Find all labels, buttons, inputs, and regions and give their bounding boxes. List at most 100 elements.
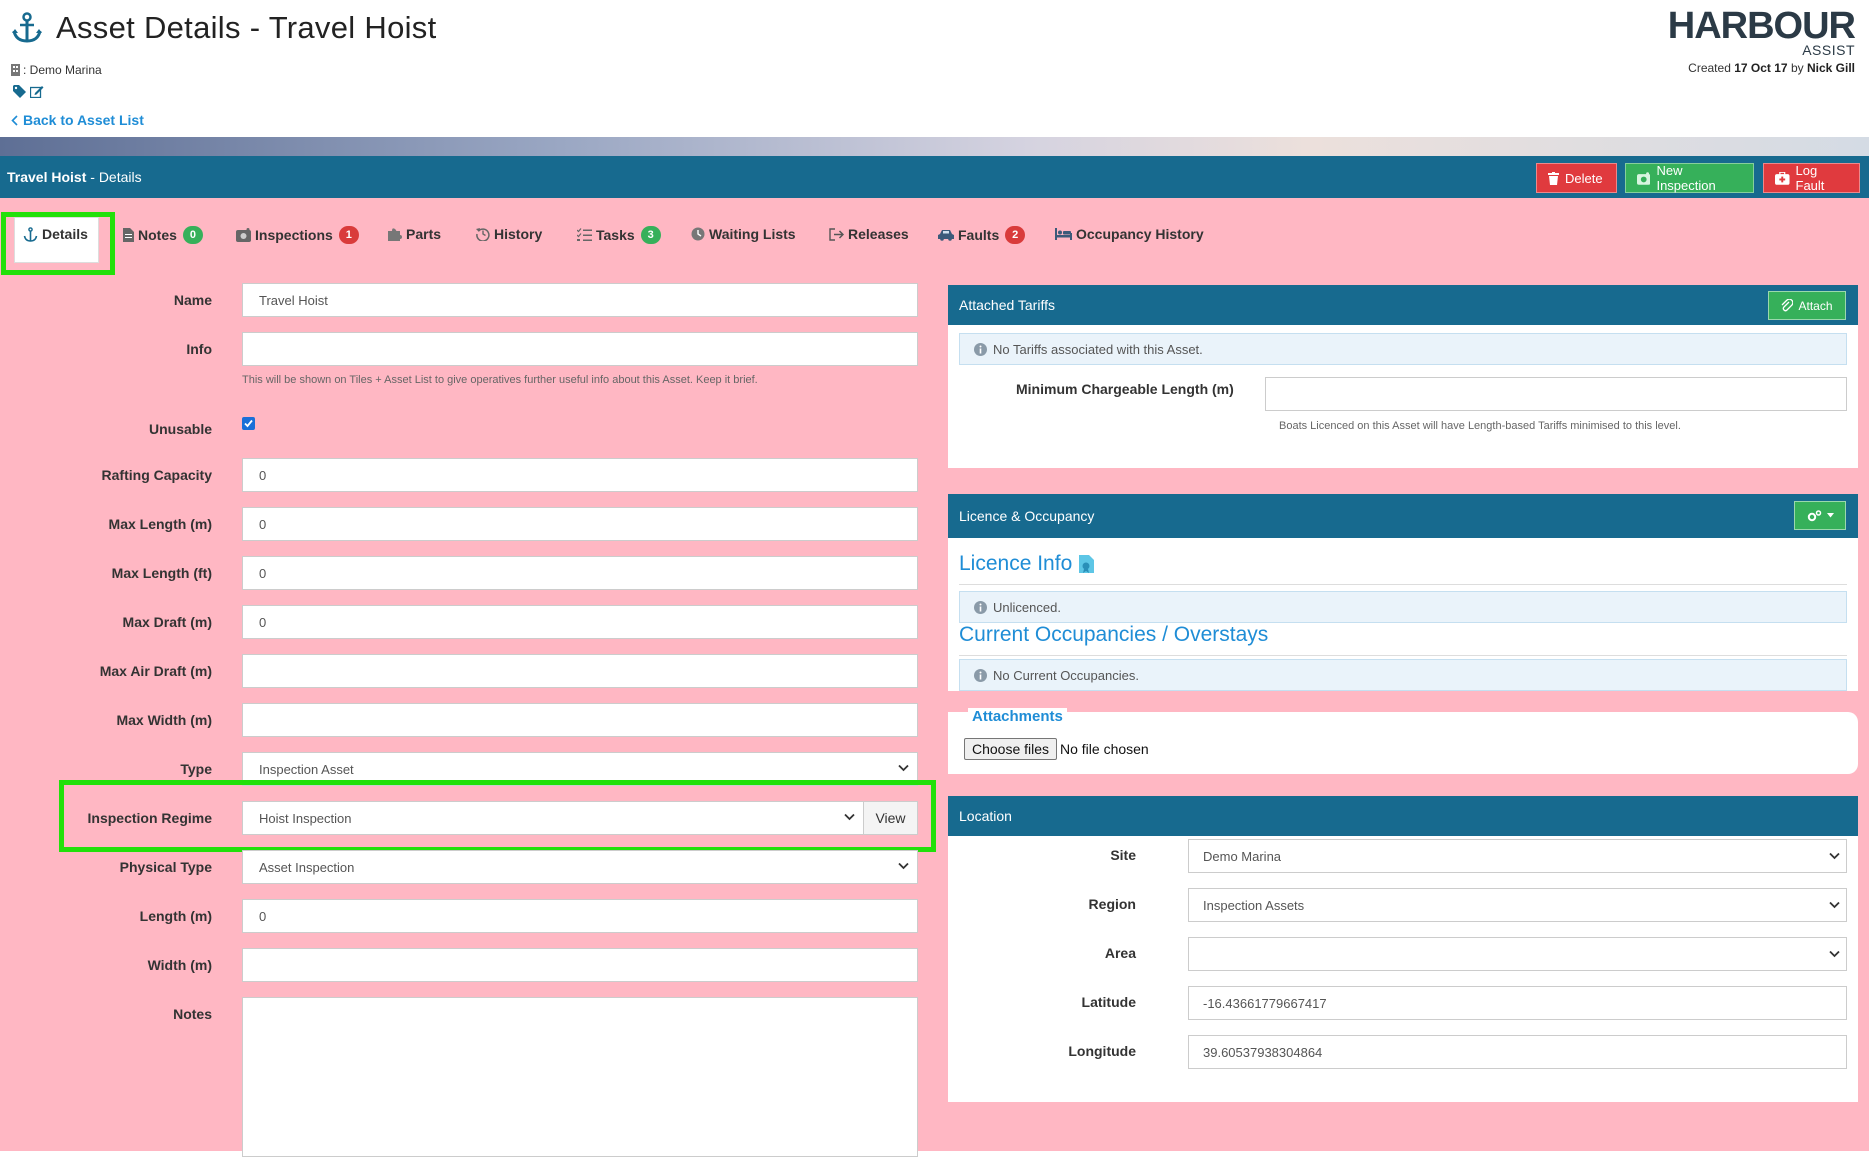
tab-faults[interactable]: Faults 2 (938, 226, 1026, 244)
tab-releases[interactable]: Releases (829, 226, 909, 242)
site-label: Site (1110, 847, 1136, 863)
back-link[interactable]: Back to Asset List (11, 112, 144, 128)
location-header: Location (948, 796, 1858, 836)
info-help-text: This will be shown on Tiles + Asset List… (242, 374, 758, 386)
info-label: Info (186, 341, 212, 357)
length-value: 0 (259, 908, 267, 924)
log-fault-button[interactable]: Log Fault (1763, 163, 1860, 193)
min-chargeable-help: Boats Licenced on this Asset will have L… (1279, 420, 1681, 432)
tariffs-info-text: No Tariffs associated with this Asset. (993, 341, 1203, 357)
delete-button[interactable]: Delete (1536, 163, 1617, 193)
tab-parts[interactable]: Parts (388, 226, 441, 242)
max-length-m-label: Max Length (m) (108, 516, 212, 532)
licence-options-dropdown[interactable] (1794, 501, 1846, 530)
rafting-input[interactable]: 0 (242, 458, 918, 492)
tab-history[interactable]: History (476, 226, 542, 242)
attach-label: Attach (1798, 298, 1833, 313)
attach-tariff-button[interactable]: Attach (1768, 291, 1846, 320)
tariffs-title: Attached Tariffs (959, 297, 1055, 313)
unlicenced-text: Unlicenced. (993, 599, 1061, 615)
tab-label: Releases (848, 226, 909, 242)
car-fault-icon (938, 230, 954, 241)
max-length-m-value: 0 (259, 516, 267, 532)
longitude-value: 39.60537938304864 (1203, 1044, 1323, 1060)
choose-files-button[interactable]: Choose files (964, 738, 1057, 760)
max-length-m-input[interactable]: 0 (242, 507, 918, 541)
name-input[interactable]: Travel Hoist (242, 283, 918, 317)
info-icon (974, 342, 987, 356)
area-select[interactable] (1188, 937, 1847, 971)
chevron-down-icon (1829, 852, 1840, 860)
created-by-word: by (1790, 61, 1804, 75)
tag-icons (13, 85, 44, 98)
min-chargeable-label: Minimum Chargeable Length (m) (1016, 381, 1234, 397)
unusable-checkbox[interactable] (242, 417, 255, 430)
licence-title: Licence & Occupancy (959, 508, 1095, 524)
max-draft-row: Max Draft (m) 0 (0, 605, 925, 639)
min-chargeable-input[interactable] (1265, 377, 1847, 411)
notes-label: Notes (173, 1006, 212, 1022)
occupancy-divider (959, 655, 1847, 656)
max-draft-value: 0 (259, 614, 267, 630)
tab-label: Tasks (596, 227, 635, 243)
max-length-ft-input[interactable]: 0 (242, 556, 918, 590)
clock-icon (691, 227, 705, 241)
tab-inspections[interactable]: Inspections 1 (236, 226, 359, 244)
paperclip-icon (1782, 299, 1794, 312)
toolbar-asset-name: Travel Hoist (7, 169, 87, 185)
attached-tariffs-panel: Attached Tariffs Attach No Tariffs assoc… (948, 285, 1858, 468)
licence-divider (959, 584, 1847, 585)
caret-down-icon (1826, 513, 1834, 518)
max-draft-label: Max Draft (m) (122, 614, 212, 630)
no-file-chosen-text: No file chosen (1060, 741, 1149, 757)
chevron-down-icon (898, 764, 909, 772)
site-select[interactable]: Demo Marina (1188, 839, 1847, 873)
asset-toolbar: Travel Hoist - Details Delete New Inspec… (0, 156, 1869, 198)
width-input[interactable] (242, 948, 918, 982)
building-icon (11, 64, 20, 76)
main-content: Details Notes 0 Inspections 1 Parts Hist… (0, 198, 1869, 1157)
tab-notes[interactable]: Notes 0 (123, 226, 203, 244)
notes-row: Notes (0, 997, 925, 1157)
log-fault-label: Log Fault (1795, 163, 1825, 193)
info-row: Info (0, 332, 925, 366)
unusable-row: Unusable (0, 412, 925, 446)
tab-tasks[interactable]: Tasks 3 (577, 226, 661, 244)
title-row: Asset Details - Travel Hoist (10, 10, 437, 46)
max-draft-input[interactable]: 0 (242, 605, 918, 639)
max-width-row: Max Width (m) (0, 703, 925, 737)
length-input[interactable]: 0 (242, 899, 918, 933)
rafting-row: Rafting Capacity 0 (0, 458, 925, 492)
puzzle-icon (388, 228, 402, 241)
licence-occupancy-panel: Licence & Occupancy Licence Info Unlicen… (948, 494, 1858, 691)
edit-icon[interactable] (30, 85, 44, 98)
new-inspection-button[interactable]: New Inspection (1625, 163, 1754, 193)
location-title: Location (959, 808, 1012, 824)
info-input[interactable] (242, 332, 918, 366)
licence-info-box: Unlicenced. (959, 591, 1847, 623)
rafting-value: 0 (259, 467, 267, 483)
licence-document-icon[interactable] (1078, 554, 1096, 574)
longitude-input[interactable]: 39.60537938304864 (1188, 1035, 1847, 1069)
attachments-title: Attachments (968, 708, 1067, 725)
inspection-regime-highlight (59, 780, 936, 852)
tag-icon[interactable] (13, 85, 26, 98)
max-width-input[interactable] (242, 703, 918, 737)
header-gradient-divider (0, 137, 1869, 156)
tab-occupancy-history[interactable]: Occupancy History (1055, 226, 1204, 242)
created-info: Created 17 Oct 17 by Nick Gill (1688, 61, 1855, 75)
region-select[interactable]: Inspection Assets (1188, 888, 1847, 922)
harbour-assist-logo: HARBOUR ASSIST (1667, 5, 1856, 58)
width-label: Width (m) (147, 957, 212, 973)
notes-textarea[interactable] (242, 997, 918, 1157)
physical-type-select[interactable]: Asset Inspection (242, 850, 918, 884)
latitude-input[interactable]: -16.43661779667417 (1188, 986, 1847, 1020)
logo-main: HARBOUR (1667, 5, 1856, 47)
tab-label: Inspections (255, 227, 333, 243)
trash-icon (1548, 171, 1559, 185)
tab-waiting-lists[interactable]: Waiting Lists (691, 226, 796, 242)
region-label: Region (1088, 896, 1136, 912)
latitude-value: -16.43661779667417 (1203, 995, 1327, 1011)
max-air-draft-input[interactable] (242, 654, 918, 688)
created-by: Nick Gill (1806, 61, 1855, 75)
